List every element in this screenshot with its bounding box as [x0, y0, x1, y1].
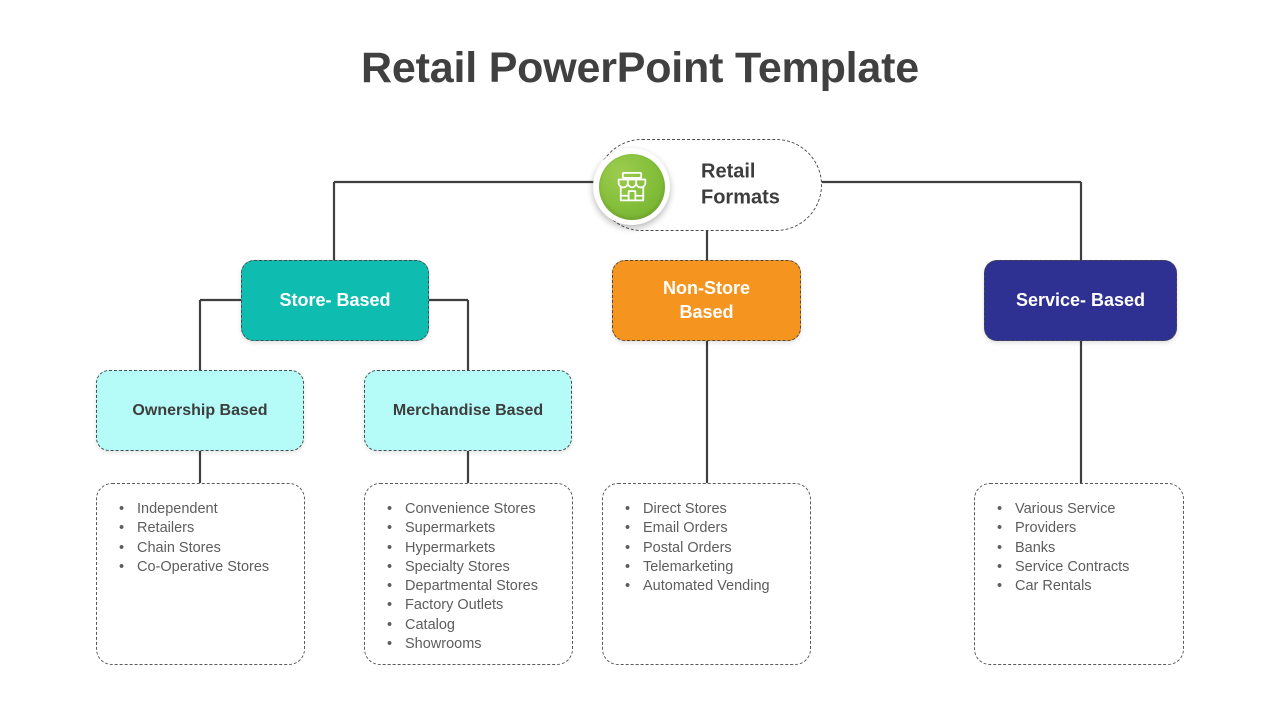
bullet-dot-icon: •	[997, 558, 1003, 575]
category-label-service-based: Service- Based	[1015, 289, 1146, 310]
category-label-non-store-based: Non-Store Based	[663, 277, 750, 325]
category-box-non-store-based[interactable]: Non-Store Based	[612, 260, 801, 341]
list-item: • Co-Operative Stores	[109, 558, 294, 577]
bullet-dot-icon: •	[997, 578, 1003, 595]
bullet-dot-icon: •	[625, 539, 631, 556]
list-item-label: Telemarketing	[643, 558, 734, 575]
list-item-label: Convenience Stores	[405, 501, 536, 517]
bullet-dot-icon: •	[119, 501, 125, 517]
subcategory-box-merchandise-based[interactable]: Merchandise Based	[364, 370, 572, 451]
bullet-list-merchandise: • Convenience Stores • Supermarkets • Hyperma…	[377, 500, 562, 654]
bullet-dot-icon: •	[119, 558, 125, 575]
bullet-dot-icon: •	[625, 558, 631, 575]
bullet-dot-icon: •	[387, 558, 393, 575]
list-item-label: Providers	[1015, 520, 1077, 537]
list-item: • Email Orders	[615, 519, 800, 538]
bullet-dot-icon: •	[997, 539, 1003, 556]
list-item-label: Independent	[137, 501, 218, 517]
bullet-list-non-store: • Direct Stores • Email Orders • Postal Order…	[615, 500, 800, 596]
list-item: • Chain Stores	[109, 539, 294, 558]
list-item-label: Car Rentals	[1015, 578, 1092, 595]
page-title: Retail PowerPoint Template	[361, 44, 919, 92]
subcategory-box-ownership-based[interactable]: Ownership Based	[96, 370, 304, 451]
list-item-label: Chain Stores	[137, 539, 221, 556]
category-box-store-based[interactable]: Store- Based	[241, 260, 429, 341]
list-item: • Car Rentals	[987, 577, 1173, 596]
list-item: • Service Contracts	[987, 558, 1173, 577]
bullet-dot-icon: •	[387, 636, 393, 653]
list-box-ownership: • Independent • Retailers • Chain Stores • Co-O…	[96, 483, 305, 665]
storefront-icon	[598, 153, 665, 220]
root-label-line2: Formats	[701, 187, 780, 209]
non-store-line1: Non-Store	[663, 277, 750, 298]
list-item: • Independent	[109, 500, 294, 519]
list-item-label: Supermarkets	[405, 520, 496, 537]
list-item: • Direct Stores	[615, 500, 800, 519]
list-item-label: Catalog	[405, 616, 455, 633]
subcategory-label-ownership-based: Ownership Based	[132, 401, 268, 419]
list-item-label: Co-Operative Stores	[137, 558, 270, 575]
list-item-label: Factory Outlets	[405, 597, 504, 614]
list-item: • Convenience Stores	[377, 500, 562, 519]
list-item-label: Direct Stores	[643, 501, 727, 517]
root-icon-badge	[593, 148, 670, 225]
bullet-dot-icon: •	[387, 501, 393, 517]
list-item: • Catalog	[377, 616, 562, 635]
list-item-label: Retailers	[137, 520, 195, 537]
list-item-label: Email Orders	[643, 520, 728, 537]
list-item-label: Automated Vending	[643, 578, 770, 595]
list-box-non-store: • Direct Stores • Email Orders • Postal Order…	[602, 483, 811, 665]
list-item: • Retailers	[109, 519, 294, 538]
list-item-label: Various Service	[1015, 501, 1116, 517]
root-node-label: Retail Formats	[701, 159, 813, 212]
bullet-dot-icon: •	[119, 520, 125, 537]
bullet-dot-icon: •	[625, 578, 631, 595]
list-item-label: Showrooms	[405, 636, 482, 653]
root-label-line1: Retail	[701, 160, 756, 183]
slide-canvas: Retail PowerPoint Template Retail Format…	[0, 0, 1280, 720]
bullet-dot-icon: •	[387, 539, 393, 556]
list-item-label: Banks	[1015, 539, 1056, 556]
list-item: • Providers	[987, 519, 1173, 538]
non-store-line2: Based	[679, 301, 734, 322]
subcategory-label-merchandise-based: Merchandise Based	[392, 401, 544, 419]
bullet-dot-icon: •	[387, 520, 393, 537]
category-box-service-based[interactable]: Service- Based	[984, 260, 1177, 341]
list-item: • Various Service	[987, 500, 1173, 519]
bullet-list-service: • Various Service • Providers • Banks • Service…	[987, 500, 1173, 596]
list-item: • Telemarketing	[615, 558, 800, 577]
bullet-dot-icon: •	[625, 520, 631, 537]
list-item: • Factory Outlets	[377, 596, 562, 615]
list-item: • Automated Vending	[615, 577, 800, 596]
list-box-service: • Various Service • Providers • Banks • Service…	[974, 483, 1184, 665]
list-item: • Departmental Stores	[377, 577, 562, 596]
list-item-label: Hypermarkets	[405, 539, 496, 556]
list-item-label: Specialty Stores	[405, 558, 510, 575]
bullet-dot-icon: •	[997, 520, 1003, 537]
bullet-list-ownership: • Independent • Retailers • Chain Stores • Co-O…	[109, 500, 294, 577]
bullet-dot-icon: •	[387, 578, 393, 595]
list-item-label: Service Contracts	[1015, 558, 1130, 575]
bullet-dot-icon: •	[119, 539, 125, 556]
category-label-store-based: Store- Based	[279, 289, 391, 310]
list-item: • Hypermarkets	[377, 539, 562, 558]
list-item: • Postal Orders	[615, 539, 800, 558]
list-item: • Specialty Stores	[377, 558, 562, 577]
list-item: • Banks	[987, 539, 1173, 558]
bullet-dot-icon: •	[997, 501, 1003, 517]
bullet-dot-icon: •	[625, 501, 631, 517]
bullet-dot-icon: •	[387, 616, 393, 633]
list-item-label: Postal Orders	[643, 539, 732, 556]
list-box-merchandise: • Convenience Stores • Supermarkets • Hyperma…	[364, 483, 573, 665]
bullet-dot-icon: •	[387, 597, 393, 614]
list-item: • Supermarkets	[377, 519, 562, 538]
list-item-label: Departmental Stores	[405, 578, 538, 595]
list-item: • Showrooms	[377, 635, 562, 654]
root-node-retail-formats[interactable]: Retail Formats	[593, 139, 822, 231]
